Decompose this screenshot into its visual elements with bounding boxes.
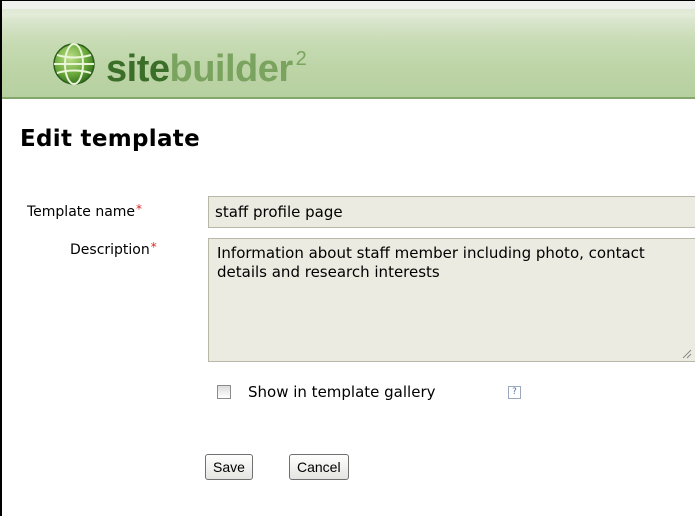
template-name-label: Template name* (27, 202, 142, 220)
site-header: sitebuilder 2 (2, 1, 695, 99)
logo-site: site (106, 48, 170, 90)
globe-icon (53, 43, 95, 85)
required-marker: * (136, 202, 143, 216)
required-marker: * (150, 240, 157, 254)
sitebuilder-logo: sitebuilder 2 (52, 37, 307, 91)
page-title: Edit template (20, 126, 200, 152)
description-label-text: Description (70, 242, 150, 258)
template-name-label-text: Template name (27, 204, 136, 220)
description-field[interactable] (208, 238, 695, 362)
logo-version: 2 (295, 48, 307, 70)
logo-text: sitebuilder 2 (106, 37, 307, 91)
show-in-gallery-checkbox[interactable] (217, 385, 231, 399)
header-divider (2, 97, 695, 99)
logo-builder: builder (169, 48, 293, 90)
show-in-gallery-label[interactable]: Show in template gallery (248, 383, 436, 401)
help-icon[interactable]: ? (508, 386, 521, 399)
save-button[interactable]: Save (205, 454, 253, 480)
cancel-button[interactable]: Cancel (289, 454, 349, 480)
description-label: Description* (70, 240, 157, 258)
template-name-field[interactable] (208, 196, 695, 228)
resize-grip-icon[interactable] (682, 349, 692, 359)
